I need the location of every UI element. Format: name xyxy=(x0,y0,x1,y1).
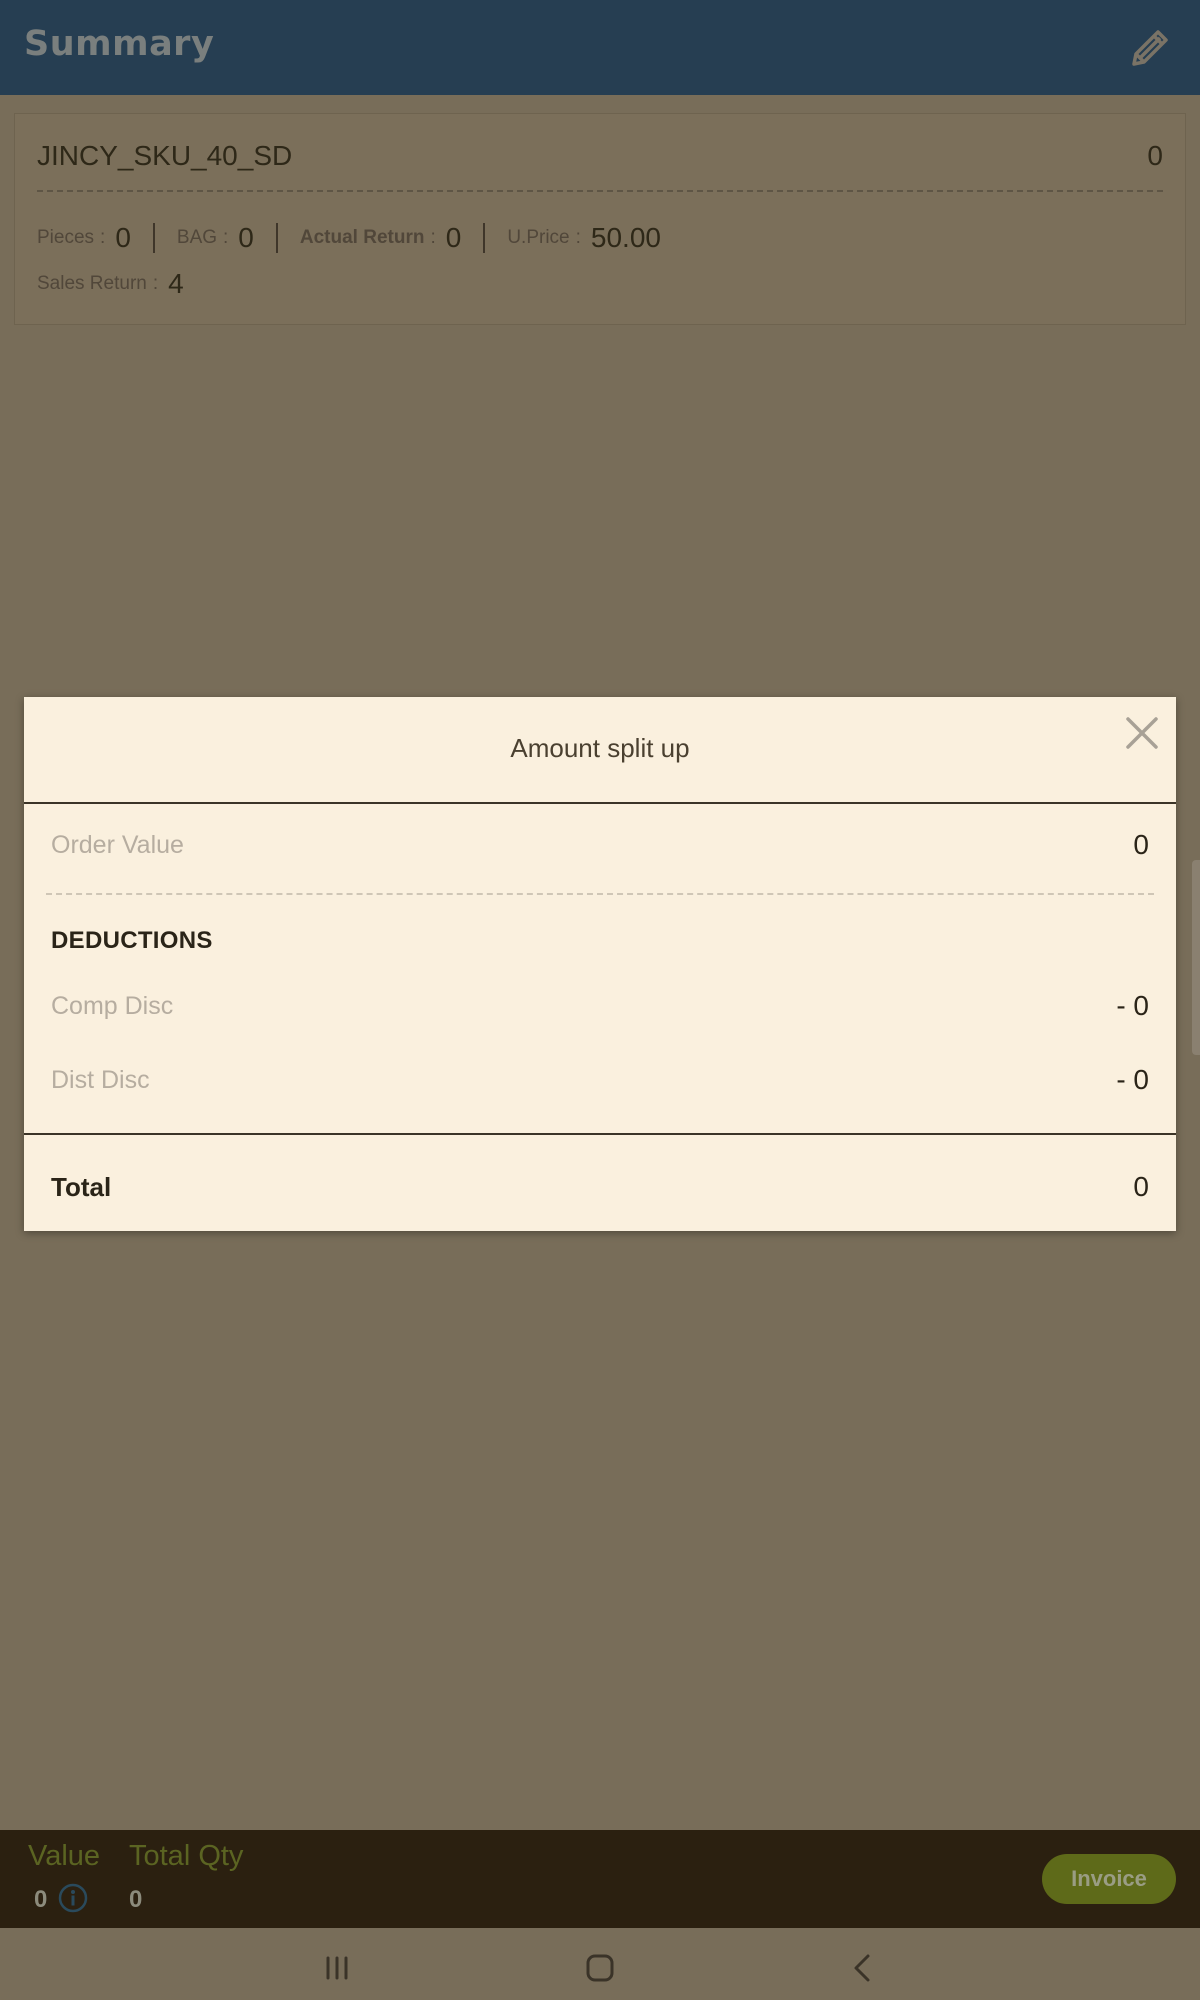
recent-apps-icon[interactable] xyxy=(317,1948,357,1988)
summary-bottom-bar: Value Total Qty 0 0 Invoice xyxy=(0,1830,1200,1928)
total-row: Total 0 xyxy=(51,1171,1149,1203)
total-qty-value: 0 xyxy=(129,1886,143,1913)
dialog-title: Amount split up xyxy=(510,733,690,763)
info-icon[interactable] xyxy=(58,1883,88,1913)
actual-return-value: 0 xyxy=(445,222,462,253)
comp-disc-value: - 0 xyxy=(1116,990,1149,1021)
dist-disc-row: Dist Disc - 0 xyxy=(51,1064,1149,1096)
colon: : xyxy=(575,227,581,248)
sales-return-label: Sales Return xyxy=(37,273,147,294)
pieces-label: Pieces xyxy=(37,227,95,248)
dist-disc-value: - 0 xyxy=(1116,1064,1149,1095)
total-qty-label: Total Qty xyxy=(129,1840,244,1872)
uprice-value: 50.00 xyxy=(590,222,661,253)
order-value-label: Order Value xyxy=(51,830,184,859)
amount-split-dialog: Amount split up Order Value 0 DEDUCTIONS… xyxy=(24,697,1176,1231)
colon: : xyxy=(100,227,106,248)
colon: : xyxy=(152,273,159,294)
scroll-handle[interactable] xyxy=(1192,860,1200,1055)
product-card[interactable]: JINCY_SKU_40_SD 0 Pieces : 0 BAG : 0 Act… xyxy=(14,113,1186,325)
dialog-divider xyxy=(24,802,1176,804)
pieces-value: 0 xyxy=(115,222,131,253)
comp-disc-row: Comp Disc - 0 xyxy=(51,990,1149,1022)
separator xyxy=(483,223,486,253)
pencil-icon[interactable] xyxy=(1126,22,1176,72)
dashed-divider xyxy=(46,893,1154,895)
total-value: 0 xyxy=(1133,1171,1149,1202)
app-header: Summary xyxy=(0,0,1200,95)
colon: : xyxy=(223,227,229,248)
page-title: Summary xyxy=(24,24,215,64)
bag-label: BAG xyxy=(176,227,218,248)
bag-value: 0 xyxy=(238,222,254,253)
invoice-button[interactable]: Invoice xyxy=(1042,1854,1176,1904)
total-label: Total xyxy=(51,1171,112,1202)
separator xyxy=(275,223,278,253)
home-icon[interactable] xyxy=(580,1948,620,1988)
sales-return-row: Sales Return : 4 xyxy=(37,268,184,300)
uprice-label: U.Price xyxy=(507,227,570,248)
deductions-heading: DEDUCTIONS xyxy=(51,927,213,954)
dist-disc-label: Dist Disc xyxy=(51,1065,150,1094)
value-amount: 0 xyxy=(34,1886,48,1913)
value-label: Value xyxy=(28,1840,101,1872)
order-value-row: Order Value 0 xyxy=(51,829,1149,861)
product-stats-row: Pieces : 0 BAG : 0 Actual Return : 0 U.P… xyxy=(37,222,661,254)
sku-quantity: 0 xyxy=(1147,140,1163,171)
separator xyxy=(152,223,155,253)
total-divider xyxy=(24,1133,1176,1135)
sales-return-value: 4 xyxy=(168,268,184,299)
comp-disc-label: Comp Disc xyxy=(51,991,174,1020)
system-nav-bar xyxy=(0,1928,1200,2000)
card-divider xyxy=(37,190,1163,192)
actual-return-label: Actual Return xyxy=(299,227,425,248)
sku-name: JINCY_SKU_40_SD xyxy=(37,140,293,171)
close-icon[interactable] xyxy=(1122,713,1162,753)
colon: : xyxy=(430,227,436,248)
back-icon[interactable] xyxy=(843,1948,883,1988)
order-value: 0 xyxy=(1133,829,1149,860)
